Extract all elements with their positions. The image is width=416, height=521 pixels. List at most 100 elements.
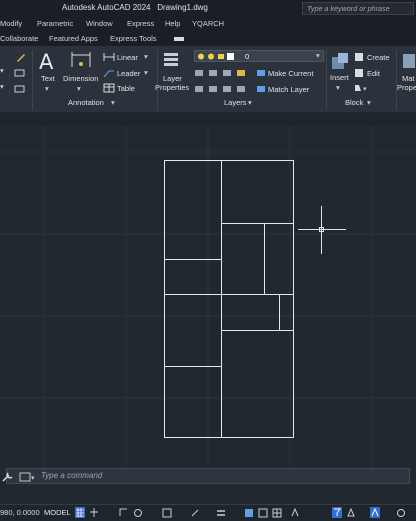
menu-bar: Modify Parametric Window Express Help YQ…: [0, 17, 416, 32]
linear-icon: [103, 53, 115, 61]
menu-parametric[interactable]: Parametric: [37, 19, 73, 28]
layer-properties-label-1[interactable]: Layer: [163, 74, 182, 83]
dimension-dropdown-icon[interactable]: ▾: [77, 84, 81, 93]
workspace-icon[interactable]: [396, 507, 406, 518]
window-title: Autodesk AutoCAD 2024 Drawing1.dwg: [62, 3, 208, 12]
layer-state-icons: [198, 53, 234, 60]
menu-yqarch[interactable]: YQARCH: [192, 19, 224, 28]
leader-icon: [103, 70, 114, 78]
dimension-icon[interactable]: [70, 51, 92, 71]
menu-modify[interactable]: Modify: [0, 19, 22, 28]
create-button[interactable]: Create: [367, 53, 390, 62]
text-icon[interactable]: A: [38, 51, 58, 71]
layer-properties-icon[interactable]: [161, 51, 183, 71]
create-block-icon: [355, 53, 363, 61]
ortho-icon[interactable]: [118, 507, 128, 518]
edit-button[interactable]: Edit: [367, 69, 380, 78]
grip-tool-icon[interactable]: [14, 84, 26, 94]
linear-dropdown-icon[interactable]: ▾: [144, 52, 148, 61]
svg-text:A: A: [39, 51, 54, 71]
layers-panel-label[interactable]: Layers: [224, 98, 247, 107]
edit-block-icon: [355, 69, 363, 77]
selection-filter-icon[interactable]: [332, 507, 342, 518]
dynamic-ucs-icon[interactable]: [290, 507, 300, 518]
grid-icon[interactable]: [75, 507, 85, 518]
block-attribute-icon[interactable]: ▾: [354, 83, 368, 93]
make-current-button[interactable]: Make Current: [268, 69, 313, 78]
leader-button[interactable]: Leader: [117, 69, 140, 78]
ribbon-toggle-icon[interactable]: [174, 37, 184, 41]
tab-express-tools[interactable]: Express Tools: [110, 34, 157, 43]
tool-dropdown-icon-2[interactable]: ▾: [0, 82, 4, 91]
text-dropdown-icon[interactable]: ▾: [45, 84, 49, 93]
block-panel-label[interactable]: Block: [345, 98, 363, 107]
match-layer-button[interactable]: Match Layer: [268, 85, 309, 94]
layers-tool-icon[interactable]: [14, 68, 26, 78]
otrack-icon[interactable]: [190, 507, 200, 518]
svg-text:▾: ▾: [31, 474, 35, 482]
command-line[interactable]: ▾ Type a command: [2, 468, 410, 484]
current-layer-value: 0: [245, 52, 250, 61]
title-bar: Autodesk AutoCAD 2024 Drawing1.dwg Type …: [0, 0, 416, 17]
table-icon: [103, 83, 115, 93]
match-properties-icon[interactable]: [402, 51, 416, 71]
linear-button[interactable]: Linear: [117, 53, 138, 62]
tab-featured-apps[interactable]: Featured Apps: [49, 34, 98, 43]
layers-panel-dropdown-icon[interactable]: ▾: [248, 98, 252, 107]
app-title: Autodesk AutoCAD 2024: [62, 3, 151, 12]
selection-cycling-icon[interactable]: [258, 507, 268, 518]
document-name: Drawing1.dwg: [157, 3, 208, 12]
search-box[interactable]: Type a keyword or phrase: [302, 2, 414, 15]
insert-button[interactable]: Insert: [330, 73, 349, 82]
model-space-tab[interactable]: MODEL: [44, 508, 71, 517]
snap-icon[interactable]: [89, 507, 99, 518]
menu-express[interactable]: Express: [127, 19, 154, 28]
dimension-button[interactable]: Dimension: [63, 74, 98, 83]
status-bar: 980, 0.0000 MODEL: [0, 504, 416, 521]
command-input[interactable]: Type a command: [41, 471, 102, 480]
floor-plan[interactable]: [164, 160, 294, 438]
osnap-icon[interactable]: [162, 507, 172, 518]
menu-help[interactable]: Help: [165, 19, 180, 28]
transparency-icon[interactable]: [244, 507, 254, 518]
menu-window[interactable]: Window: [86, 19, 113, 28]
layer-tools-row1[interactable]: [194, 68, 254, 78]
ribbon-tabs: Collaborate Featured Apps Express Tools: [0, 32, 416, 47]
layer-tools-row2[interactable]: [194, 84, 254, 94]
gizmo-icon[interactable]: [346, 507, 356, 518]
tool-dropdown-icon[interactable]: ▾: [0, 66, 4, 75]
leader-dropdown-icon[interactable]: ▾: [144, 68, 148, 77]
lineweight-icon[interactable]: [216, 507, 226, 518]
annotation-panel-dropdown-icon[interactable]: ▾: [111, 98, 115, 107]
panel-separator: [157, 50, 158, 110]
layer-dropdown[interactable]: 0 ▾: [194, 50, 324, 62]
coordinate-readout: 980, 0.0000: [0, 508, 40, 517]
annotation-panel-label[interactable]: Annotation: [68, 98, 104, 107]
tab-collaborate[interactable]: Collaborate: [0, 34, 38, 43]
search-placeholder: Type a keyword or phrase: [307, 4, 390, 13]
match-layer-icon: [257, 86, 265, 92]
annotation-visibility-icon[interactable]: [370, 507, 380, 518]
layer-dropdown-icon[interactable]: ▾: [316, 51, 320, 60]
insert-dropdown-icon[interactable]: ▾: [336, 83, 340, 92]
table-button[interactable]: Table: [117, 84, 135, 93]
drawing-canvas[interactable]: [0, 112, 416, 468]
pencil-icon[interactable]: [16, 52, 26, 62]
polar-icon[interactable]: [133, 507, 143, 518]
make-current-icon: [257, 70, 265, 76]
insert-block-icon[interactable]: [330, 51, 350, 71]
match-properties-label-1[interactable]: Mat: [402, 74, 415, 83]
crosshair-cursor-icon: [298, 206, 346, 254]
panel-separator: [32, 50, 33, 110]
text-button[interactable]: Text: [41, 74, 55, 83]
3d-osnap-icon[interactable]: [272, 507, 282, 518]
canvas-top-strip: [0, 112, 416, 126]
panel-separator: [396, 50, 397, 110]
command-history-icon[interactable]: ▾: [19, 472, 37, 482]
svg-text:▾: ▾: [363, 85, 367, 93]
wrench-icon[interactable]: [1, 471, 15, 483]
match-properties-label-2[interactable]: Prope: [397, 83, 416, 92]
grid-lines: [0, 126, 416, 468]
layer-properties-label-2[interactable]: Properties: [155, 83, 189, 92]
block-panel-dropdown-icon[interactable]: ▾: [367, 98, 371, 107]
